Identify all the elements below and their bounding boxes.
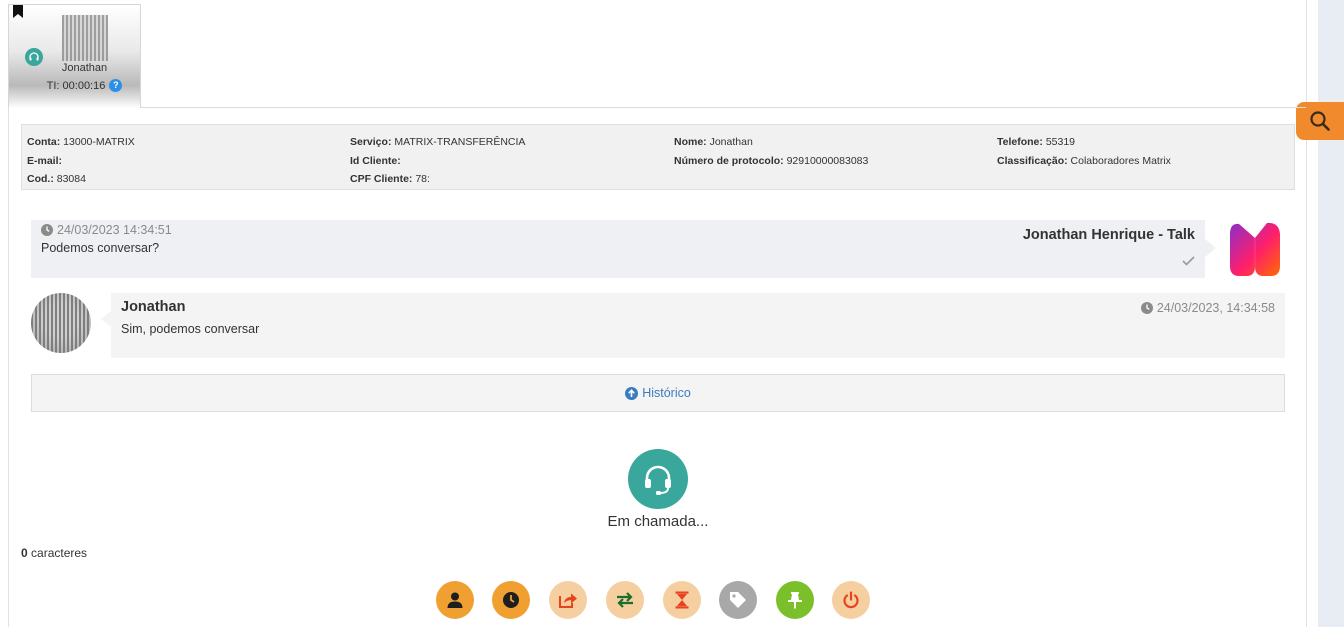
info-email: E-mail: bbox=[27, 154, 63, 167]
share-icon bbox=[559, 593, 577, 608]
contact-info-panel: Conta: 13000-MATRIX E-mail: Cod.: 83084 … bbox=[21, 124, 1295, 190]
history-button[interactable]: Histórico bbox=[31, 374, 1285, 412]
info-nome: Nome: Jonathan bbox=[674, 136, 753, 148]
message-text: Sim, podemos conversar bbox=[121, 322, 260, 336]
right-side-panel bbox=[1318, 0, 1344, 627]
forward-button[interactable] bbox=[549, 581, 587, 619]
main-area-border bbox=[1306, 0, 1307, 627]
message-sender: Jonathan Henrique - Talk bbox=[1022, 227, 1195, 243]
user-icon bbox=[447, 592, 463, 608]
info-cpf-cliente: CPF Cliente: 78: bbox=[350, 173, 430, 185]
info-cod: Cod.: 83084 bbox=[27, 173, 86, 185]
info-column-phone: Telefone: 55319 Classificação: Colaborad… bbox=[997, 133, 1171, 170]
transfer-button[interactable] bbox=[606, 581, 644, 619]
info-telefone: Telefone: 55319 bbox=[997, 136, 1076, 148]
customer-avatar bbox=[31, 293, 91, 353]
character-count-label: caracteres bbox=[31, 546, 88, 560]
check-icon bbox=[1182, 256, 1195, 266]
message-pointer bbox=[1205, 239, 1216, 257]
info-column-service: Serviço: MATRIX-TRANSFERÊNCIA Id Cliente… bbox=[350, 133, 525, 189]
contact-avatar bbox=[62, 15, 108, 61]
info-servico: Serviço: MATRIX-TRANSFERÊNCIA bbox=[350, 136, 526, 148]
pin-button[interactable] bbox=[776, 581, 814, 619]
tag-button[interactable] bbox=[719, 581, 757, 619]
session-timer: TI: 00:00:16? bbox=[9, 79, 160, 92]
clock-icon bbox=[41, 224, 53, 236]
info-column-account: Conta: 13000-MATRIX E-mail: Cod.: 83084 bbox=[27, 133, 135, 189]
clock-icon bbox=[503, 592, 519, 608]
info-column-contact: Nome: Jonathan Número de protocolo: 9291… bbox=[674, 133, 868, 170]
pause-button[interactable] bbox=[663, 581, 701, 619]
transfer-icon bbox=[617, 592, 633, 608]
character-count: 0 bbox=[21, 546, 28, 560]
search-icon bbox=[1310, 111, 1330, 131]
arrow-up-circle-icon bbox=[625, 386, 639, 400]
history-label: Histórico bbox=[642, 386, 691, 400]
session-tab-jonathan[interactable]: Jonathan TI: 00:00:16? bbox=[8, 4, 141, 108]
end-session-button[interactable] bbox=[832, 581, 870, 619]
message-text: Podemos conversar? bbox=[41, 241, 160, 255]
hourglass-icon bbox=[675, 591, 689, 609]
info-conta: Conta: 13000-MATRIX bbox=[27, 136, 135, 148]
matrix-logo-icon bbox=[1230, 222, 1280, 276]
schedule-button[interactable] bbox=[492, 581, 530, 619]
info-id-cliente: Id Cliente: bbox=[350, 154, 401, 167]
contact-info-button[interactable] bbox=[436, 581, 474, 619]
pin-icon bbox=[788, 592, 802, 609]
info-classificacao: Classificação: Colaboradores Matrix bbox=[997, 154, 1171, 167]
message-sender: Jonathan bbox=[121, 299, 186, 315]
message-customer: Jonathan Sim, podemos conversar 24/03/20… bbox=[111, 293, 1285, 358]
info-protocolo: Número de protocolo: 92910000083083 bbox=[674, 154, 869, 167]
tab-bar-divider bbox=[140, 107, 1306, 108]
character-counter: 0 caracteres bbox=[21, 546, 87, 560]
session-timer-text: TI: 00:00:16 bbox=[46, 80, 106, 92]
help-icon[interactable]: ? bbox=[109, 79, 123, 92]
call-status: Em chamada... bbox=[607, 513, 709, 530]
bookmark-icon bbox=[13, 5, 23, 18]
message-pointer bbox=[101, 311, 111, 327]
call-headset-icon bbox=[628, 449, 688, 509]
session-contact-name: Jonathan bbox=[61, 62, 108, 74]
power-icon bbox=[843, 591, 859, 609]
clock-icon bbox=[1140, 302, 1153, 314]
message-timestamp: 24/03/2023 14:34:51 bbox=[41, 223, 172, 237]
tag-icon bbox=[730, 592, 746, 608]
left-area-border bbox=[8, 107, 9, 627]
message-agent: 24/03/2023 14:34:51 Podemos conversar? J… bbox=[31, 220, 1205, 278]
message-timestamp: 24/03/2023, 14:34:58 bbox=[1140, 301, 1275, 315]
